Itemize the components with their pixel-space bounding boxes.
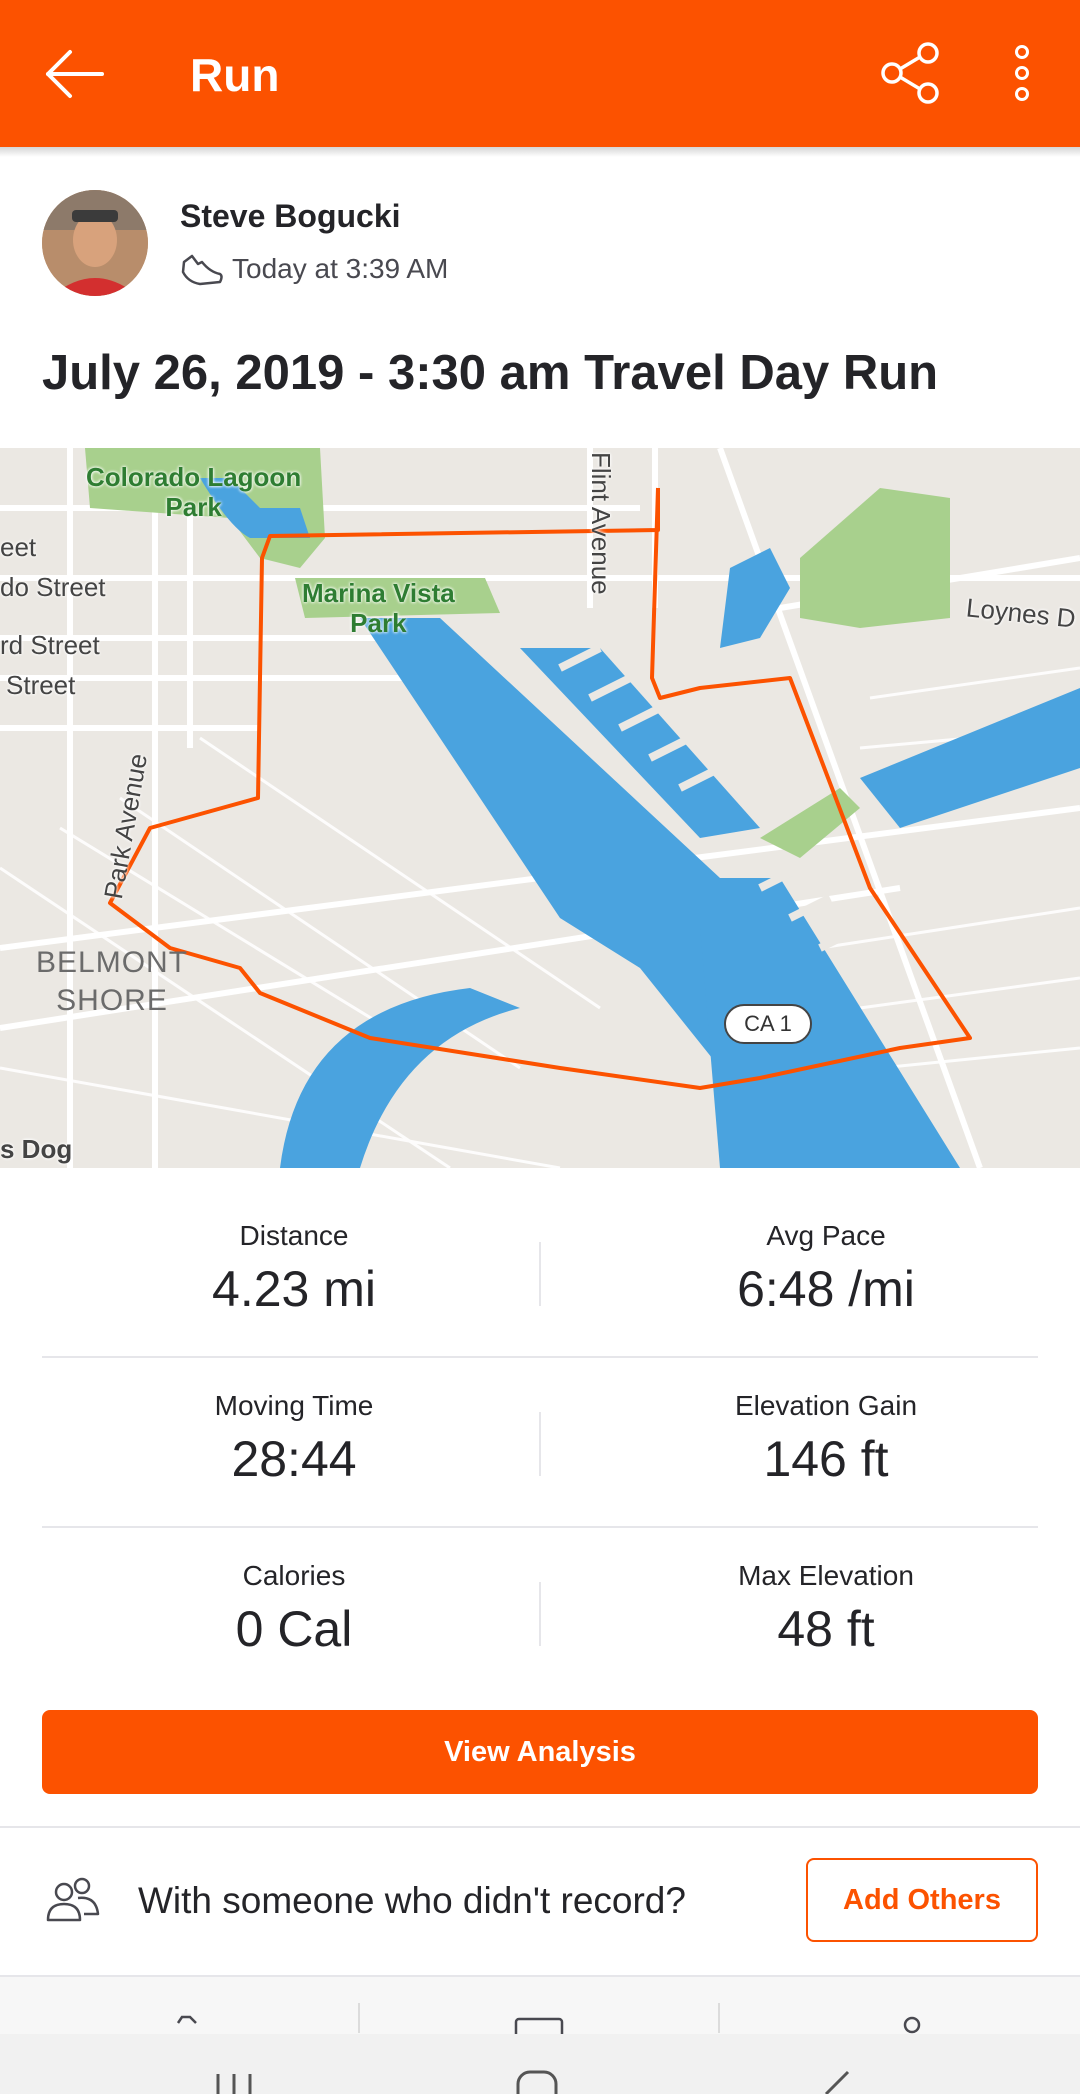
stats-row: Moving Time 28:44 Elevation Gain 146 ft	[42, 1358, 1038, 1528]
stat-divider	[539, 1242, 541, 1306]
ca1-route-shield: CA 1	[724, 1004, 812, 1044]
stat-moving-time: Moving Time 28:44	[84, 1388, 504, 1490]
stat-value: 6:48 /mi	[737, 1261, 915, 1317]
back-nav-icon[interactable]	[824, 2070, 850, 2094]
people-icon	[42, 1876, 102, 1926]
stat-value: 0 Cal	[235, 1601, 353, 1657]
map-label-street: Street	[6, 670, 76, 700]
stat-label: Elevation Gain	[734, 1390, 918, 1421]
comment-icon[interactable]	[514, 2017, 564, 2035]
avatar[interactable]	[42, 190, 148, 296]
activity-timestamp: Today at 3:39 AM	[232, 253, 449, 284]
stat-label: Max Elevation	[738, 1560, 914, 1591]
athlete-name[interactable]: Steve Bogucki	[180, 196, 401, 236]
running-shoe-icon	[180, 252, 224, 288]
stat-value: 146 ft	[763, 1431, 889, 1487]
stat-label: Calories	[242, 1560, 346, 1591]
stats-grid: Distance 4.23 mi Avg Pace 6:48 /mi Movin…	[42, 1188, 1038, 1698]
stats-row: Distance 4.23 mi Avg Pace 6:48 /mi	[42, 1188, 1038, 1358]
map-label-belmont-shore: BELMONT SHORE	[36, 946, 189, 1017]
map-label-rd-street: rd Street	[0, 630, 100, 660]
share-route-icon[interactable]	[903, 2016, 921, 2034]
map-label-do-street: do Street	[0, 572, 106, 602]
stat-elevation-gain: Elevation Gain 146 ft	[616, 1388, 1036, 1490]
map-label-dog: s Dog	[0, 1134, 73, 1164]
stat-value: 48 ft	[777, 1601, 875, 1657]
app-bar-shadow	[0, 147, 1080, 157]
stat-label: Moving Time	[214, 1390, 374, 1421]
view-analysis-button[interactable]: View Analysis	[42, 1710, 1038, 1794]
stat-avg-pace: Avg Pace 6:48 /mi	[616, 1218, 1036, 1320]
like-icon[interactable]	[176, 2015, 197, 2024]
stats-row: Calories 0 Cal Max Elevation 48 ft	[42, 1528, 1038, 1698]
activity-title: July 26, 2019 - 3:30 am Travel Day Run	[42, 346, 939, 400]
stat-calories: Calories 0 Cal	[84, 1558, 504, 1660]
stat-divider	[539, 1582, 541, 1646]
map-label-flint-avenue: Flint Avenue	[586, 452, 616, 595]
stat-label: Distance	[239, 1220, 349, 1251]
add-others-button[interactable]: Add Others	[806, 1858, 1038, 1942]
page-title: Run	[190, 49, 280, 101]
stat-value: 4.23 mi	[212, 1261, 376, 1317]
more-vert-icon[interactable]	[1002, 38, 1042, 108]
section-divider	[0, 1826, 1080, 1828]
stat-value: 28:44	[231, 1431, 357, 1487]
route-map[interactable]: Colorado Lagoon Park Marina Vista Park F…	[0, 448, 1080, 1168]
bottom-tab-bar	[0, 1975, 1080, 2035]
share-icon[interactable]	[876, 38, 946, 108]
map-canvas	[0, 448, 1080, 1168]
home-icon[interactable]	[516, 2070, 558, 2094]
map-label-eet: eet	[0, 532, 37, 562]
stat-label: Avg Pace	[766, 1220, 886, 1251]
stat-max-elevation: Max Elevation 48 ft	[616, 1558, 1036, 1660]
back-arrow-icon[interactable]	[40, 40, 108, 108]
system-navigation-bar	[0, 2034, 1080, 2094]
app-bar: Run	[0, 0, 1080, 147]
map-label-marina-vista-park: Marina Vista Park	[302, 578, 455, 638]
with-someone-prompt: With someone who didn't record?	[138, 1880, 686, 1921]
stat-distance: Distance 4.23 mi	[84, 1218, 504, 1320]
map-label-colorado-lagoon: Colorado Lagoon Park	[86, 462, 302, 522]
recent-apps-icon[interactable]	[216, 2074, 252, 2094]
stat-divider	[539, 1412, 541, 1476]
